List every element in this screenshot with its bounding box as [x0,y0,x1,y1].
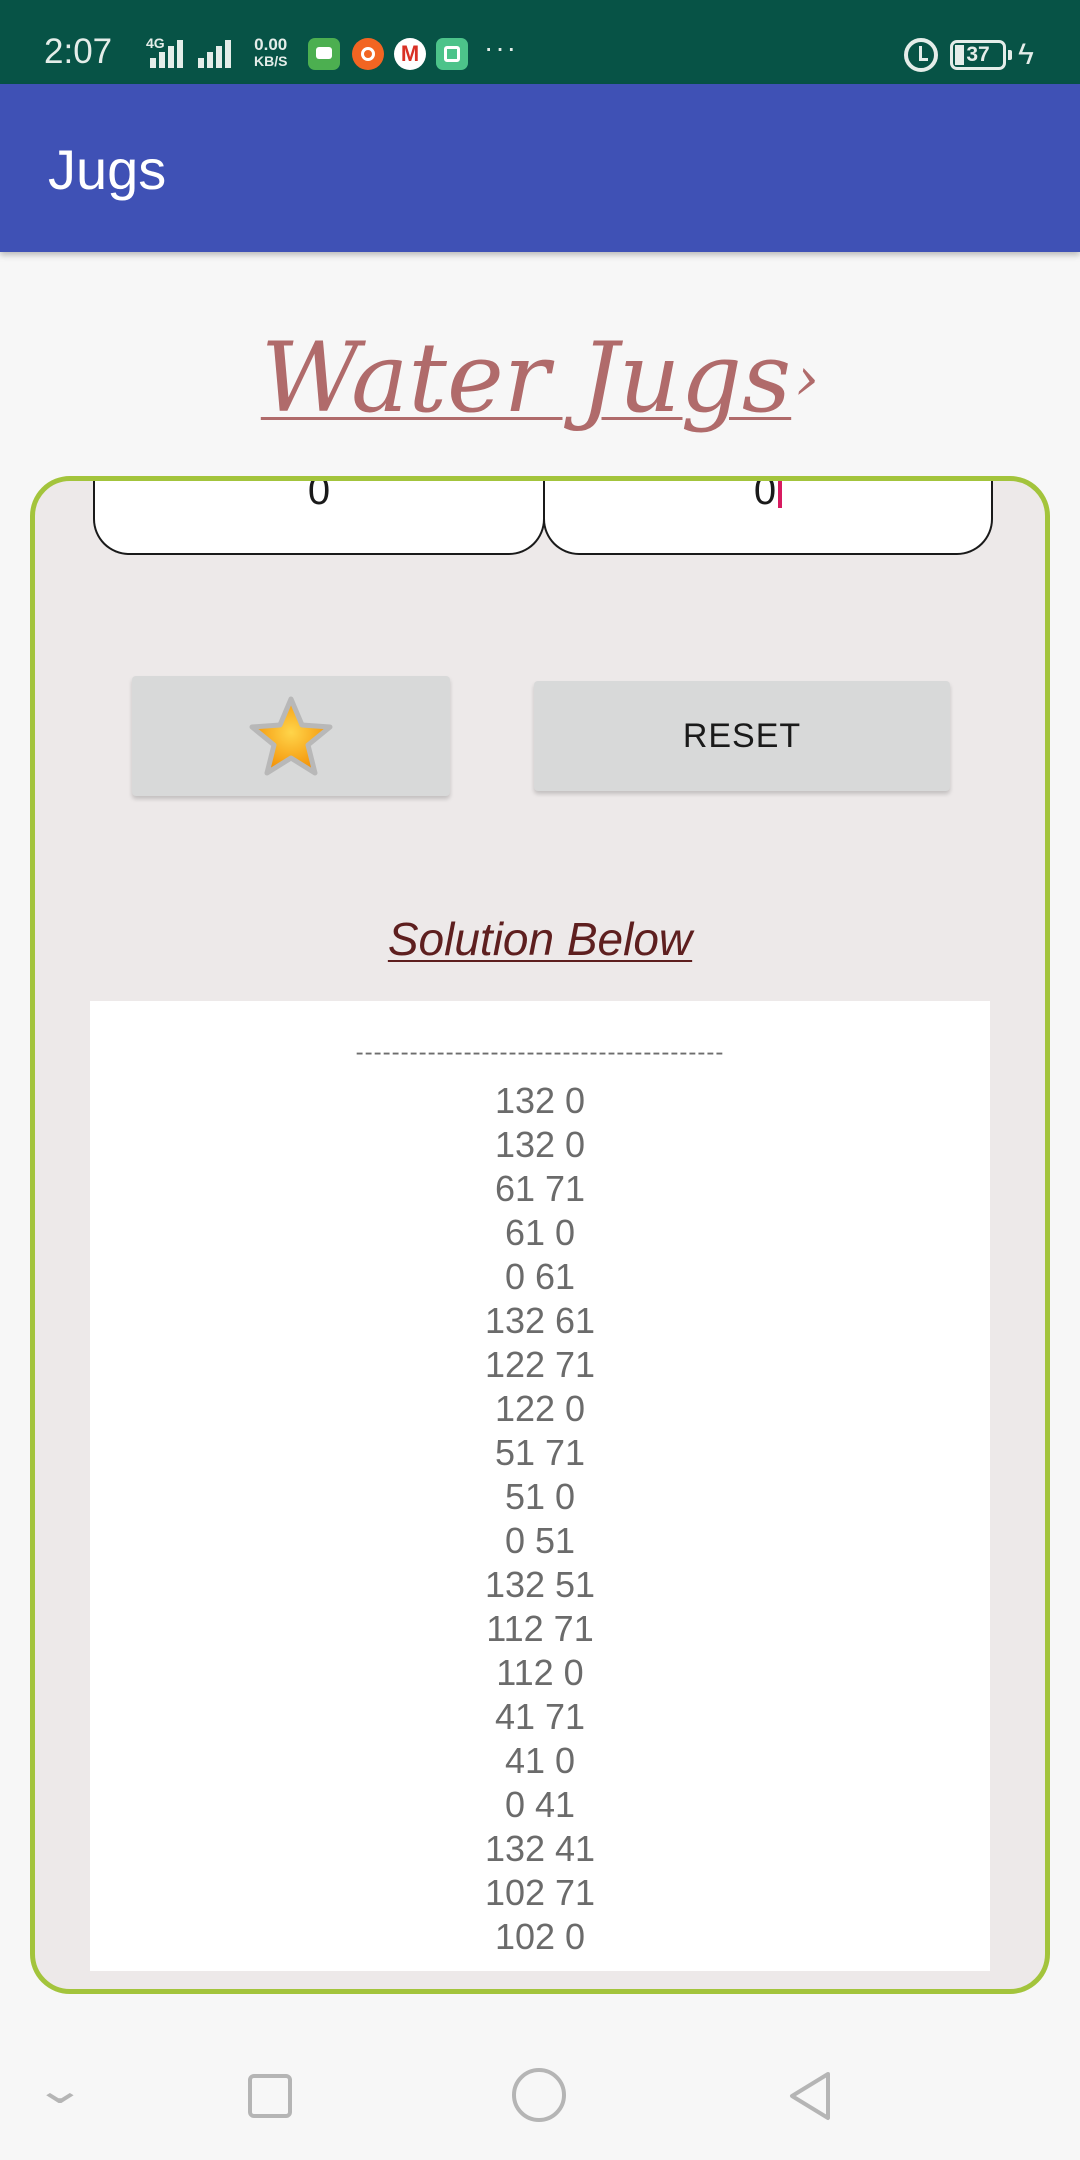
solution-line: 102 0 [494,1916,586,1957]
solution-line: 122 71 [484,1344,596,1385]
alarm-icon [904,38,938,72]
star-icon [249,696,333,776]
network-speed-value: 0.00 [254,35,288,54]
solution-line: 0 61 [504,1256,576,1297]
star-button[interactable] [132,676,450,796]
solution-line: 132 0 [494,1080,586,1121]
battery-level: 37 [966,43,990,66]
signal-bars-icon-2 [198,36,238,68]
solution-line: 132 61 [484,1300,596,1341]
solution-line: 41 71 [494,1696,586,1737]
reset-button-label: RESET [682,716,802,755]
status-bar: 2:07 4G 0.00 KB/S M ··· 37 ϟ [0,0,1080,84]
message-icon [308,38,340,70]
gmail-icon: M [394,38,426,70]
jug2-input[interactable]: 0 [543,481,993,555]
jugs-card: 0 0 RESET Solution Below ---------------… [30,476,1050,1994]
network-speed-unit: KB/S [254,53,288,69]
heading-arrow-icon: › [795,344,820,414]
solution-line: 51 71 [494,1432,586,1473]
network-speed: 0.00 KB/S [254,36,287,70]
solution-line: 112 0 [496,1652,584,1693]
solution-title: Solution Below [35,911,1045,967]
jug2-value-wrap: 0 [545,476,991,515]
solution-line: 61 0 [504,1212,576,1253]
solution-line: 41 0 [504,1740,576,1781]
heading-text: Water Jugs [260,322,792,434]
solution-line: 102 71 [484,1872,596,1913]
orange-app-icon [352,38,384,70]
page-heading: Water Jugs› [0,318,1080,439]
charging-icon: ϟ [1018,38,1034,71]
back-triangle-icon[interactable] [786,2070,834,2122]
solution-line: 112 71 [486,1608,594,1649]
text-cursor [778,481,783,508]
star-button-content [132,676,450,796]
reset-button[interactable]: RESET [534,681,950,791]
solution-line: 122 0 [494,1388,586,1429]
status-time: 2:07 [44,32,113,71]
solution-line: 132 0 [494,1124,586,1165]
solution-separator: ----------------------------------------… [355,1039,725,1066]
chevron-down-icon[interactable]: ⌄ [12,2060,108,2120]
app-title: Jugs [48,138,167,201]
solution-output[interactable]: ----------------------------------------… [90,1001,990,1971]
more-notifications-icon: ··· [484,32,518,63]
signal-bars-icon [146,36,186,68]
battery-icon: 37 [950,40,1012,70]
navigation-bar: ⌄ [0,2030,1080,2160]
jug1-value: 0 [307,476,331,513]
solution-line: 132 51 [484,1564,596,1605]
solution-line: 61 71 [494,1168,586,1209]
home-circle-icon[interactable] [512,2068,566,2122]
solution-line: 132 41 [484,1828,596,1869]
green-app-icon [436,38,468,70]
solution-line: 0 41 [504,1784,576,1825]
jug1-input[interactable]: 0 [93,481,545,555]
jug2-value: 0 [753,476,777,513]
solution-title-text: Solution Below [387,913,693,965]
app-bar: Jugs [0,84,1080,252]
recents-square-icon[interactable] [248,2074,292,2118]
solution-lines: 132 0 132 0 61 71 61 00 61 132 61 122 71 122 0… [90,1079,990,1959]
solution-line: 0 51 [504,1520,576,1561]
solution-line: 51 0 [504,1476,576,1517]
